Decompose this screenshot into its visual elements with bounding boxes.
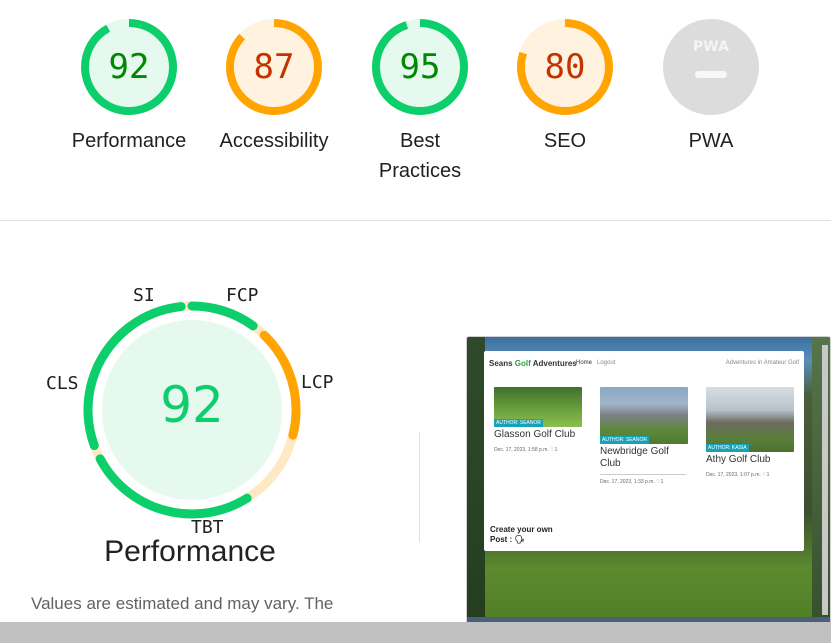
category-gauges: 92 Performance 87 Accessibility 95 Best …: [0, 0, 831, 220]
performance-title: Performance: [104, 535, 276, 568]
gauge-label: Accessibility: [219, 130, 329, 152]
post-author: AUTHOR: KASIA: [706, 444, 749, 452]
post-meta: Dec. 17, 2023, 1:07 p.m. ♡1: [706, 472, 770, 478]
site-tagline: Adventures in Amateur Golf: [725, 360, 799, 366]
post-image: AUTHOR: SEANOR: [494, 387, 582, 427]
gauge-score: 80: [544, 47, 586, 87]
gauge-pwa[interactable]: PWA PWA: [641, 18, 781, 156]
metric-label-fcp[interactable]: FCP: [226, 285, 259, 306]
horizontal-scrollbar[interactable]: [0, 622, 831, 643]
screenshot-scrollbar: [822, 345, 828, 615]
pwa-badge-text: PWA: [693, 39, 729, 55]
pwa-badge-icon: PWA: [663, 19, 759, 115]
post-card: AUTHOR: SEANOR Newbridge Golf Club Dec. …: [600, 387, 692, 485]
post-image: AUTHOR: SEANOR: [600, 387, 688, 444]
gauge-label: SEO: [543, 130, 587, 152]
site-nav-logout: Logout: [597, 360, 616, 366]
gauge-best-practices[interactable]: 95 Best Practices: [350, 18, 490, 186]
gauge-score: 92: [108, 47, 150, 87]
metric-label-cls[interactable]: CLS: [46, 373, 79, 394]
gauge-score: 95: [399, 47, 441, 87]
site-nav: Seans Golf Adventures Home Logout Advent…: [489, 359, 799, 371]
post-author: AUTHOR: SEANOR: [494, 419, 544, 427]
post-card: AUTHOR: KASIA Athy Golf Club Dec. 17, 20…: [706, 387, 798, 478]
section-divider: [0, 220, 831, 221]
gauge-performance[interactable]: 92 Performance: [59, 18, 199, 156]
post-author: AUTHOR: SEANOR: [600, 436, 650, 444]
site-brand: Seans Golf Adventures: [489, 359, 577, 368]
post-meta: Dec. 17, 2023, 1:33 p.m. ♡1: [600, 479, 664, 485]
gauge-score: 87: [253, 47, 295, 87]
post-title: Newbridge Golf Club: [600, 446, 669, 469]
post-title: Glasson Golf Club: [494, 429, 576, 440]
post-image: AUTHOR: KASIA: [706, 387, 794, 452]
vertical-divider: [419, 432, 420, 542]
screenshot-site: Seans Golf Adventures Home Logout Advent…: [484, 351, 804, 551]
estimate-note: Values are estimated and may vary. The: [31, 594, 334, 613]
post-meta: Dec. 17, 2023, 1:58 p.m. ♡1: [494, 447, 558, 453]
gauge-label: PWA: [688, 130, 734, 152]
screenshot-bg-left: [467, 337, 485, 627]
post-title: Athy Golf Club: [706, 454, 771, 465]
gauge-seo[interactable]: 80 SEO: [495, 18, 635, 156]
gauge-label: Performance: [71, 130, 187, 152]
gauge-accessibility[interactable]: 87 Accessibility: [204, 18, 344, 156]
metric-label-si[interactable]: SI: [133, 285, 155, 306]
metrics-gauge-score: 92: [160, 376, 224, 434]
create-post-link: Create your own Post : 🗣: [490, 525, 553, 544]
final-screenshot[interactable]: Seans Golf Adventures Home Logout Advent…: [466, 336, 831, 628]
post-card: AUTHOR: SEANOR Glasson Golf Club Dec. 17…: [494, 387, 586, 453]
gauge-label: Best Practices: [378, 130, 462, 182]
site-nav-home: Home: [576, 360, 593, 366]
post-separator: [600, 474, 686, 475]
metric-label-lcp[interactable]: LCP: [301, 372, 334, 393]
